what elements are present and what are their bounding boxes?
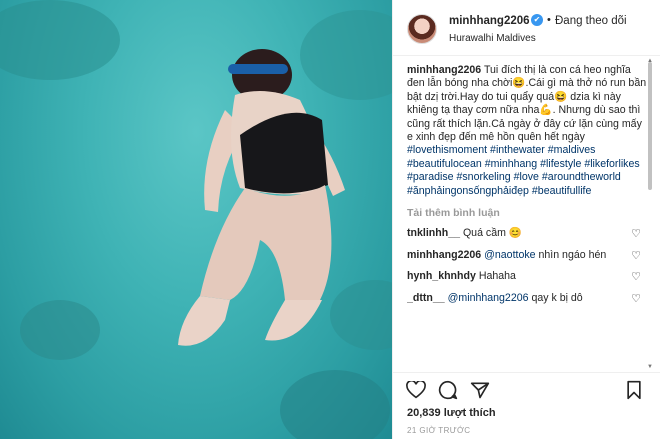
scrollbar-thumb[interactable] [648, 62, 652, 190]
comment-mention[interactable]: @naottoke [484, 249, 535, 261]
hashtag-link[interactable]: #love [514, 171, 539, 183]
heart-icon[interactable]: ♡ [631, 293, 641, 307]
verified-badge-icon: ✔ [531, 14, 543, 26]
hashtag-link[interactable]: #lovethismoment [407, 144, 487, 156]
heart-icon[interactable]: ♡ [631, 250, 641, 264]
comment-username[interactable]: hynh_khnhdy [407, 270, 476, 282]
comment-username[interactable]: tnklinhh__ [407, 227, 460, 239]
comment-username[interactable]: minhhang2206 [407, 249, 481, 261]
share-icon[interactable] [469, 379, 491, 401]
post-header: minhhang2206 ✔ • Đang theo dõi Hurawalhi… [393, 0, 660, 56]
load-more-comments-button[interactable]: Tải thêm bình luận [407, 207, 647, 219]
diver-figure [178, 49, 345, 346]
comment-username[interactable]: _dttn__ [407, 292, 445, 304]
caption-hashtags: #lovethismoment #inthewater #maldives #b… [407, 144, 640, 196]
separator-dot: • [547, 14, 551, 26]
comment-row: tnklinhh__ Quá cầm 😊 ♡ [407, 227, 647, 241]
heart-icon[interactable]: ♡ [631, 271, 641, 285]
post-actions: 20,839 lượt thích 21 GIỜ TRƯỚC [393, 372, 660, 439]
bookmark-icon[interactable] [623, 379, 645, 401]
heart-icon[interactable] [405, 379, 427, 401]
post-media[interactable] [0, 0, 392, 439]
hashtag-link[interactable]: #minhhang [485, 158, 537, 170]
post-location[interactable]: Hurawalhi Maldives [449, 33, 536, 44]
post-timestamp[interactable]: 21 GIỜ TRƯỚC [407, 426, 470, 435]
comment-row: _dttn__ @minhhang2206 qay k bị dô ♡ [407, 292, 647, 306]
post-sidebar: minhhang2206 ✔ • Đang theo dõi Hurawalhi… [392, 0, 660, 439]
hashtag-link[interactable]: #snorkeling [456, 171, 510, 183]
comment-text: nhìn ngáo hén [538, 248, 607, 261]
scroll-down-arrow-icon[interactable]: ▼ [647, 364, 653, 370]
hashtag-link[interactable]: #aroundtheworld [542, 171, 621, 183]
hashtag-link[interactable]: #beautifulocean [407, 158, 482, 170]
hashtag-link[interactable]: #beautifullife [532, 185, 592, 197]
post-caption: minhhang2206 Tui đích thị là con cá heo … [407, 64, 647, 198]
comment-icon[interactable] [437, 379, 459, 401]
hashtag-link[interactable]: #lifestyle [540, 158, 581, 170]
comment-text: qay k bị dô [531, 291, 583, 304]
hashtag-link[interactable]: #paradise [407, 171, 454, 183]
comments-scrollbar[interactable] [648, 62, 653, 368]
hashtag-link[interactable]: #likeforlikes [584, 158, 639, 170]
comment-mention[interactable]: @minhhang2206 [448, 292, 529, 304]
follow-status-button[interactable]: Đang theo dõi [555, 15, 627, 27]
avatar[interactable] [407, 14, 437, 44]
heart-icon[interactable]: ♡ [631, 228, 641, 242]
comment-row: minhhang2206 @naottoke nhìn ngáo hén ♡ [407, 249, 647, 263]
hashtag-link[interactable]: #ănphảingonsốngphảiđẹp [407, 185, 529, 197]
comments-panel[interactable]: minhhang2206 Tui đích thị là con cá heo … [407, 64, 647, 370]
comment-text: Hahaha [478, 270, 516, 283]
hashtag-link[interactable]: #inthewater [490, 144, 545, 156]
hashtag-link[interactable]: #maldives [548, 144, 596, 156]
like-count[interactable]: 20,839 lượt thích [407, 407, 496, 419]
caption-username[interactable]: minhhang2206 [407, 64, 481, 76]
comment-row: hynh_khnhdy Hahaha ♡ [407, 270, 647, 284]
post-author-username[interactable]: minhhang2206 [449, 15, 530, 27]
comment-text: Quá cầm 😊 [462, 227, 523, 240]
